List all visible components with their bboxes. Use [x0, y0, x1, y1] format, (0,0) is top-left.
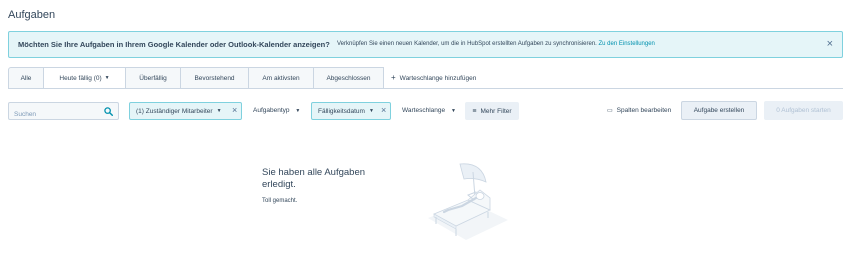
task-type-filter-label: Aufgabentyp: [253, 107, 290, 114]
queue-filter-label: Warteschlange: [402, 107, 446, 114]
more-filters-button[interactable]: ≡ Mehr Filter: [465, 102, 519, 120]
start-tasks-button[interactable]: 0 Aufgaben starten: [764, 101, 843, 120]
close-icon[interactable]: ×: [827, 39, 833, 50]
tab-upcoming[interactable]: Bevorstehend: [181, 67, 249, 89]
chevron-down-icon: ▼: [104, 75, 110, 81]
empty-state-subtitle: Toll gemacht.: [262, 198, 298, 204]
chevron-down-icon: ▼: [368, 108, 374, 114]
plus-icon: +: [391, 73, 396, 82]
tab-most-active[interactable]: Am aktivsten: [249, 67, 314, 89]
tabs-divider: [8, 88, 843, 89]
chevron-down-icon: ▼: [216, 108, 222, 114]
tab-label: Abgeschlossen: [326, 74, 371, 82]
assignee-filter-label: (1) Zuständiger Mitarbeiter: [136, 107, 213, 115]
queue-filter[interactable]: Warteschlange ▼: [402, 107, 456, 114]
tab-overdue[interactable]: Überfällig: [126, 67, 181, 89]
search-input[interactable]: [9, 106, 118, 123]
add-queue-button[interactable]: + Warteschlange hinzufügen: [391, 73, 476, 82]
chevron-down-icon: ▼: [450, 108, 456, 114]
more-filters-label: Mehr Filter: [480, 107, 512, 115]
tab-label: Alle: [20, 74, 32, 82]
tab-label: Heute fällig (0): [59, 74, 102, 82]
clear-due-date-filter-icon[interactable]: ×: [381, 104, 386, 116]
due-date-filter[interactable]: Fälligkeitsdatum ▼: [311, 102, 391, 120]
page-title: Aufgaben: [8, 9, 56, 21]
edit-columns-button[interactable]: ▭ Spalten bearbeiten: [607, 107, 671, 114]
settings-link[interactable]: Zu den Einstellungen: [599, 41, 655, 47]
task-type-filter[interactable]: Aufgabentyp ▼: [253, 107, 300, 114]
columns-icon: ▭: [607, 108, 613, 114]
empty-state-title: Sie haben alle Aufgaben erledigt.: [262, 167, 366, 190]
tab-label: Bevorstehend: [194, 74, 235, 82]
chevron-down-icon: ▼: [295, 108, 301, 114]
banner-description: Verknüpfen Sie einen neuen Kalender, um …: [337, 41, 597, 47]
tab-completed[interactable]: Abgeschlossen: [314, 67, 384, 89]
create-task-button[interactable]: Aufgabe erstellen: [681, 101, 757, 120]
banner-text: Verknüpfen Sie einen neuen Kalender, um …: [337, 41, 655, 47]
due-date-filter-label: Fälligkeitsdatum: [318, 107, 365, 115]
banner-title: Möchten Sie Ihre Aufgaben in Ihrem Googl…: [18, 40, 330, 49]
calendar-sync-banner: Möchten Sie Ihre Aufgaben in Ihrem Googl…: [8, 31, 843, 58]
assignee-filter[interactable]: (1) Zuständiger Mitarbeiter ▼: [129, 102, 242, 120]
filter-lines-icon: ≡: [472, 107, 477, 115]
add-queue-label: Warteschlange hinzufügen: [399, 75, 477, 82]
clear-assignee-filter-icon[interactable]: ×: [232, 104, 237, 116]
search-box: [8, 102, 119, 123]
tab-label: Überfällig: [139, 74, 167, 82]
tab-all[interactable]: Alle: [8, 67, 44, 89]
tab-label: Am aktivsten: [262, 74, 300, 82]
task-view-tabs: Alle Heute fällig (0) ▼ Überfällig Bevor…: [8, 67, 384, 89]
edit-columns-label: Spalten bearbeiten: [616, 107, 672, 114]
relaxing-lounge-chair-illustration: [428, 163, 508, 240]
tab-due-today[interactable]: Heute fällig (0) ▼: [44, 67, 126, 89]
search-icon[interactable]: [104, 107, 113, 116]
